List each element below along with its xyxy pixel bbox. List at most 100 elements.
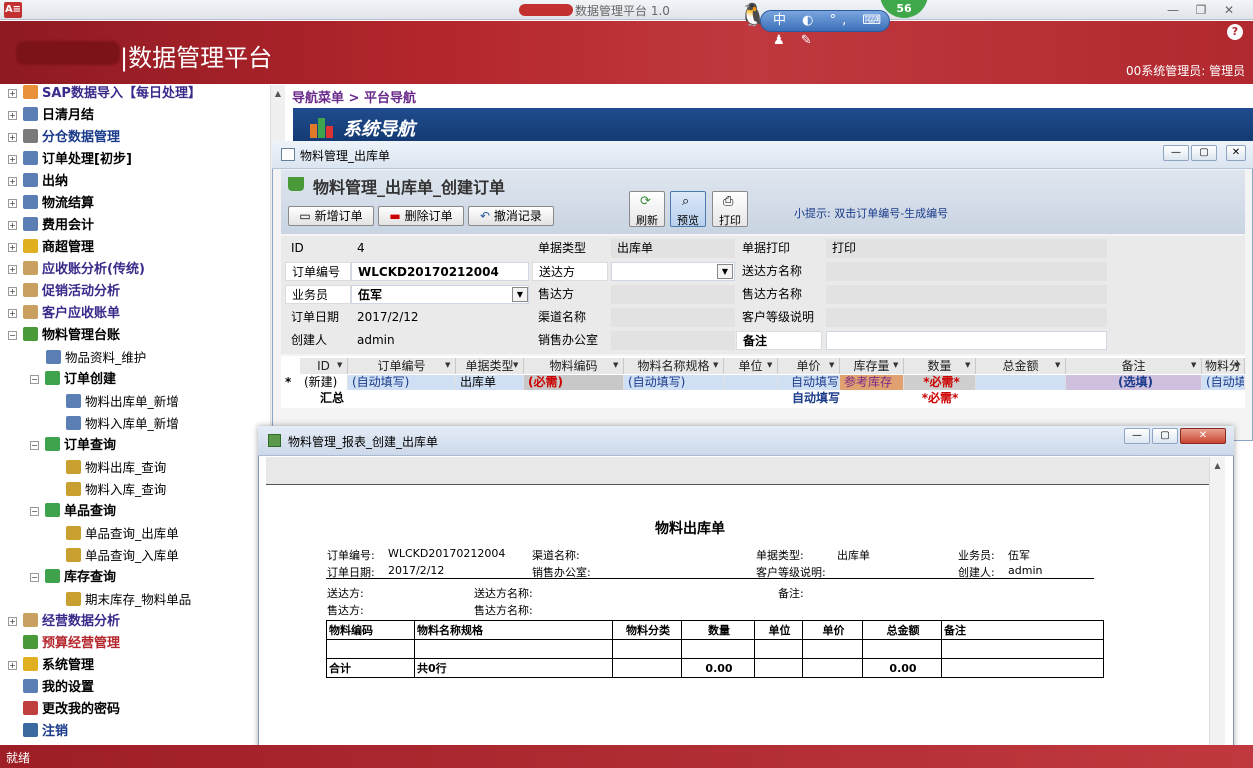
grid-new-row-cell[interactable]: (自动填 bbox=[1202, 375, 1245, 390]
column-filter-icon[interactable]: ▼ bbox=[829, 361, 834, 369]
sidebar-item[interactable]: + 出纳 bbox=[8, 172, 68, 194]
grid-header-cell[interactable]: 总金额 bbox=[976, 358, 1066, 374]
sidebar-item[interactable]: 物料入库单_新增 bbox=[66, 414, 179, 436]
collapse-icon[interactable]: − bbox=[30, 573, 39, 582]
ime-toolbar[interactable]: 中 ◐ °, ⌨ ♟ ✎ bbox=[760, 10, 890, 48]
sidebar-item[interactable]: + 日清月结 bbox=[8, 106, 94, 128]
column-filter-icon[interactable]: ▼ bbox=[1191, 361, 1196, 369]
expand-icon[interactable]: + bbox=[8, 309, 17, 318]
sidebar-item[interactable]: + 系统管理 bbox=[8, 656, 94, 678]
close-button[interactable]: ✕ bbox=[1218, 2, 1240, 18]
sidebar-item[interactable]: + 费用会计 bbox=[8, 216, 94, 238]
expand-icon[interactable]: + bbox=[8, 265, 17, 274]
column-filter-icon[interactable]: ▼ bbox=[613, 361, 618, 369]
column-filter-icon[interactable]: ▼ bbox=[337, 361, 342, 369]
grid-new-row-cell[interactable]: (自动填写) bbox=[624, 375, 724, 390]
expand-icon[interactable]: + bbox=[8, 89, 17, 98]
expand-icon[interactable]: + bbox=[8, 287, 17, 296]
grid-header-cell[interactable]: 备注 bbox=[1066, 358, 1202, 374]
breadcrumb[interactable]: 导航菜单 > 平台导航 bbox=[292, 87, 416, 106]
sidebar-item[interactable]: + 应收账分析(传统) bbox=[8, 260, 145, 282]
remark-field[interactable] bbox=[826, 331, 1107, 350]
sidebar-item[interactable]: 我的设置 bbox=[8, 678, 94, 700]
order-close-button[interactable]: ✕ bbox=[1226, 145, 1246, 161]
sidebar-item[interactable]: − 单品查询 bbox=[30, 502, 116, 524]
sidebar-item[interactable]: − 物料管理台账 bbox=[8, 326, 120, 348]
sidebar-item[interactable]: 物品资料_维护 bbox=[46, 348, 146, 370]
chevron-down-icon[interactable]: ▼ bbox=[512, 287, 528, 302]
order-restore-button[interactable]: ▢ bbox=[1191, 145, 1217, 161]
access-app-icon[interactable]: A≡ bbox=[4, 2, 22, 18]
sidebar-item[interactable]: 物料出库单_新增 bbox=[66, 392, 179, 414]
grid-new-row-cell[interactable]: 自动填写 bbox=[778, 375, 840, 390]
staff-select[interactable]: 伍军 bbox=[351, 285, 529, 304]
expand-icon[interactable]: + bbox=[8, 617, 17, 626]
sidebar-item[interactable]: 更改我的密码 bbox=[8, 700, 120, 722]
report-close-button[interactable]: ✕ bbox=[1180, 428, 1226, 444]
sidebar-item[interactable]: + 商超管理 bbox=[8, 238, 94, 260]
column-filter-icon[interactable]: ▼ bbox=[965, 361, 970, 369]
scroll-up-icon[interactable]: ▲ bbox=[1210, 461, 1225, 470]
undo-record-button[interactable]: ↶ 撤消记录 bbox=[468, 206, 554, 226]
sidebar-item[interactable]: − 订单查询 bbox=[30, 436, 116, 458]
report-restore-button[interactable]: ▢ bbox=[1152, 428, 1178, 444]
sidebar-item[interactable]: + 经营数据分析 bbox=[8, 612, 120, 634]
collapse-icon[interactable]: − bbox=[30, 507, 39, 516]
report-scrollbar[interactable]: ▲ bbox=[1209, 457, 1225, 768]
column-filter-icon[interactable]: ▼ bbox=[767, 361, 772, 369]
penguin-icon[interactable]: 🐧 bbox=[738, 0, 768, 32]
order-no-field[interactable]: WLCKD20170212004 bbox=[351, 262, 529, 281]
sidebar-item[interactable]: 单品查询_入库单 bbox=[66, 546, 179, 568]
collapse-icon[interactable]: − bbox=[8, 331, 17, 340]
minimize-button[interactable]: — bbox=[1162, 2, 1184, 18]
grid-new-row-cell[interactable]: (新建) bbox=[300, 375, 348, 390]
grid-new-row-cell[interactable]: 出库单 bbox=[456, 375, 524, 390]
expand-icon[interactable]: + bbox=[8, 155, 17, 164]
scroll-up-icon[interactable]: ▲ bbox=[271, 89, 285, 98]
sidebar-item[interactable]: 物料入库_查询 bbox=[66, 480, 166, 502]
delete-order-button[interactable]: ▬ 删除订单 bbox=[378, 206, 464, 226]
grid-new-row-cell[interactable]: *必需* bbox=[904, 375, 976, 390]
sidebar-item[interactable]: 物料出库_查询 bbox=[66, 458, 166, 480]
column-filter-icon[interactable]: ▼ bbox=[713, 361, 718, 369]
sidebar-item[interactable]: 预算经营管理 bbox=[8, 634, 120, 656]
sidebar-item[interactable]: + 促销活动分析 bbox=[8, 282, 120, 304]
sidebar-item[interactable]: 单品查询_出库单 bbox=[66, 524, 179, 546]
grid-header-cell[interactable]: 订单编号 bbox=[348, 358, 456, 374]
sidebar-item[interactable]: + 客户应收账单 bbox=[8, 304, 120, 326]
doc-print-value[interactable]: 打印 bbox=[826, 239, 1107, 258]
new-order-button[interactable]: ▭ 新增订单 bbox=[288, 206, 374, 226]
expand-icon[interactable]: + bbox=[8, 111, 17, 120]
help-icon[interactable]: ? bbox=[1227, 24, 1243, 40]
collapse-icon[interactable]: − bbox=[30, 375, 39, 384]
sidebar-item[interactable]: 期末库存_物料单品 bbox=[66, 590, 191, 612]
column-filter-icon[interactable]: ▼ bbox=[513, 361, 518, 369]
grid-new-row-cell[interactable]: 参考库存 bbox=[840, 375, 904, 390]
column-filter-icon[interactable]: ▼ bbox=[1234, 361, 1239, 369]
expand-icon[interactable]: + bbox=[8, 133, 17, 142]
chevron-down-icon[interactable]: ▼ bbox=[717, 264, 733, 279]
order-minimize-button[interactable]: — bbox=[1163, 145, 1189, 161]
column-filter-icon[interactable]: ▼ bbox=[1055, 361, 1060, 369]
grid-new-row-cell[interactable]: (自动填写) bbox=[348, 375, 456, 390]
restore-button[interactable]: ❐ bbox=[1190, 2, 1212, 18]
column-filter-icon[interactable]: ▼ bbox=[445, 361, 450, 369]
grid-new-row-cell[interactable] bbox=[724, 375, 778, 390]
expand-icon[interactable]: + bbox=[8, 661, 17, 670]
grid-new-row-cell[interactable]: (选填) bbox=[1066, 375, 1202, 390]
sidebar-item[interactable]: + 分仓数据管理 bbox=[8, 128, 120, 150]
sidebar-item[interactable]: 注销 bbox=[8, 722, 68, 744]
grid-header-cell[interactable]: 物料名称规格 bbox=[624, 358, 724, 374]
sidebar-item[interactable]: + 物流结算 bbox=[8, 194, 94, 216]
expand-icon[interactable]: + bbox=[8, 221, 17, 230]
expand-icon[interactable]: + bbox=[8, 199, 17, 208]
sidebar-item[interactable]: + SAP数据导入【每日处理】 bbox=[8, 84, 201, 106]
sidebar-item[interactable]: + 订单处理[初步] bbox=[8, 150, 132, 172]
sidebar-item[interactable]: − 订单创建 bbox=[30, 370, 116, 392]
report-minimize-button[interactable]: — bbox=[1124, 428, 1150, 444]
expand-icon[interactable]: + bbox=[8, 243, 17, 252]
column-filter-icon[interactable]: ▼ bbox=[893, 361, 898, 369]
expand-icon[interactable]: + bbox=[8, 177, 17, 186]
sidebar-item[interactable]: − 库存查询 bbox=[30, 568, 116, 590]
grid-new-row-cell[interactable]: (必需) bbox=[524, 375, 624, 390]
